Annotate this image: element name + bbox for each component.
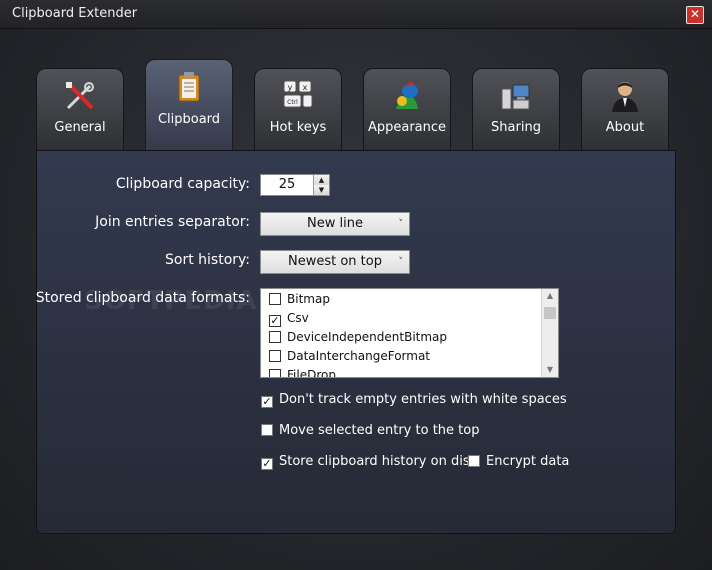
checkbox[interactable] — [468, 455, 480, 467]
list-item[interactable]: DataInterchangeFormat — [269, 347, 430, 366]
tools-icon — [66, 82, 94, 110]
separator-dropdown[interactable]: New line ˅ — [260, 212, 410, 236]
checkbox[interactable] — [261, 424, 273, 436]
checkbox[interactable] — [269, 350, 281, 362]
option-label: Encrypt data — [486, 454, 570, 469]
network-icon — [501, 84, 530, 110]
tab-label: Appearance — [367, 120, 447, 135]
paint-icon — [396, 81, 418, 109]
tab-label: About — [605, 120, 645, 135]
list-item-label: DeviceIndependentBitmap — [287, 330, 448, 344]
tab-general[interactable]: General — [36, 68, 124, 150]
option-label: Store clipboard history on disk — [279, 454, 478, 469]
encrypt-option[interactable]: Encrypt data — [468, 453, 569, 471]
tab-about[interactable]: About — [581, 68, 669, 150]
sort-dropdown[interactable]: Newest on top ˅ — [260, 250, 410, 274]
list-item[interactable]: FileDrop — [269, 366, 336, 378]
list-item[interactable]: Bitmap — [269, 290, 330, 309]
check-icon: ✓ — [262, 395, 272, 408]
decrement-button[interactable]: ▼ — [313, 185, 329, 195]
capacity-stepper[interactable]: 25 ▲ ▼ — [260, 174, 330, 196]
check-icon: ✓ — [262, 457, 272, 470]
list-item-label: FileDrop — [287, 368, 336, 378]
sort-label: Sort history: — [165, 252, 250, 268]
scroll-thumb[interactable] — [544, 307, 556, 319]
tab-label: Hot keys — [269, 120, 327, 135]
list-item[interactable]: ✓ Csv — [269, 309, 309, 328]
list-item[interactable]: DeviceIndependentBitmap — [269, 328, 447, 347]
list-item-label: Csv — [287, 311, 309, 325]
list-scrollbar[interactable]: ▲ ▼ — [541, 289, 558, 377]
checkbox[interactable] — [269, 331, 281, 343]
tab-sharing[interactable]: Sharing — [472, 68, 560, 150]
sort-value: Newest on top — [288, 254, 382, 269]
checkbox[interactable] — [269, 369, 281, 377]
increment-button[interactable]: ▲ — [313, 175, 329, 185]
close-icon: ✕ — [689, 7, 701, 21]
tab-label: General — [54, 120, 106, 135]
option-label: Move selected entry to the top — [279, 423, 480, 438]
checkbox[interactable]: ✓ — [261, 458, 273, 470]
svg-text:Ctrl: Ctrl — [287, 99, 298, 106]
move-selected-top-option[interactable]: Move selected entry to the top — [261, 422, 479, 440]
scroll-down-icon[interactable]: ▼ — [542, 363, 558, 377]
tab-appearance[interactable]: Appearance — [363, 68, 451, 150]
chevron-down-icon: ˅ — [398, 257, 404, 267]
tab-label: Clipboard — [157, 112, 221, 127]
down-arrow-icon: ▼ — [318, 186, 325, 194]
list-item-label: Bitmap — [287, 292, 330, 306]
tab-hot-keys[interactable]: y x Ctrl Hot keys — [254, 68, 342, 150]
option-label: Don't track empty entries with white spa… — [279, 392, 567, 407]
checkbox[interactable]: ✓ — [269, 315, 281, 327]
scroll-up-icon[interactable]: ▲ — [542, 289, 558, 303]
svg-text:y: y — [288, 83, 293, 92]
app-window: Clipboard Extender ✕ General Clipboard y — [0, 0, 712, 570]
close-button[interactable]: ✕ — [686, 6, 704, 24]
dont-track-empty-option[interactable]: ✓ Don't track empty entries with white sp… — [261, 391, 567, 409]
formats-list[interactable]: Bitmap ✓ Csv DeviceIndependentBitmap Data… — [260, 288, 559, 378]
chevron-down-icon: ˅ — [398, 219, 404, 229]
separator-label: Join entries separator: — [95, 214, 250, 230]
tab-label: Sharing — [491, 120, 541, 135]
window-title: Clipboard Extender — [12, 6, 138, 21]
formats-label: Stored clipboard data formats: — [35, 290, 250, 306]
tab-clipboard[interactable]: Clipboard — [145, 59, 233, 151]
checkbox[interactable] — [269, 293, 281, 305]
list-item-label: DataInterchangeFormat — [287, 349, 431, 363]
clipboard-icon — [178, 72, 200, 102]
capacity-label: Clipboard capacity: — [115, 176, 250, 192]
keyboard-icon: y x Ctrl — [283, 80, 313, 108]
capacity-value[interactable]: 25 — [261, 175, 313, 195]
person-icon — [612, 82, 638, 112]
title-bar: Clipboard Extender ✕ — [0, 0, 712, 29]
check-icon: ✓ — [270, 314, 280, 327]
separator-value: New line — [307, 216, 363, 231]
up-arrow-icon: ▲ — [318, 176, 325, 184]
svg-text:x: x — [303, 83, 308, 92]
store-on-disk-option[interactable]: ✓ Store clipboard history on disk — [261, 453, 477, 471]
checkbox[interactable]: ✓ — [261, 396, 273, 408]
